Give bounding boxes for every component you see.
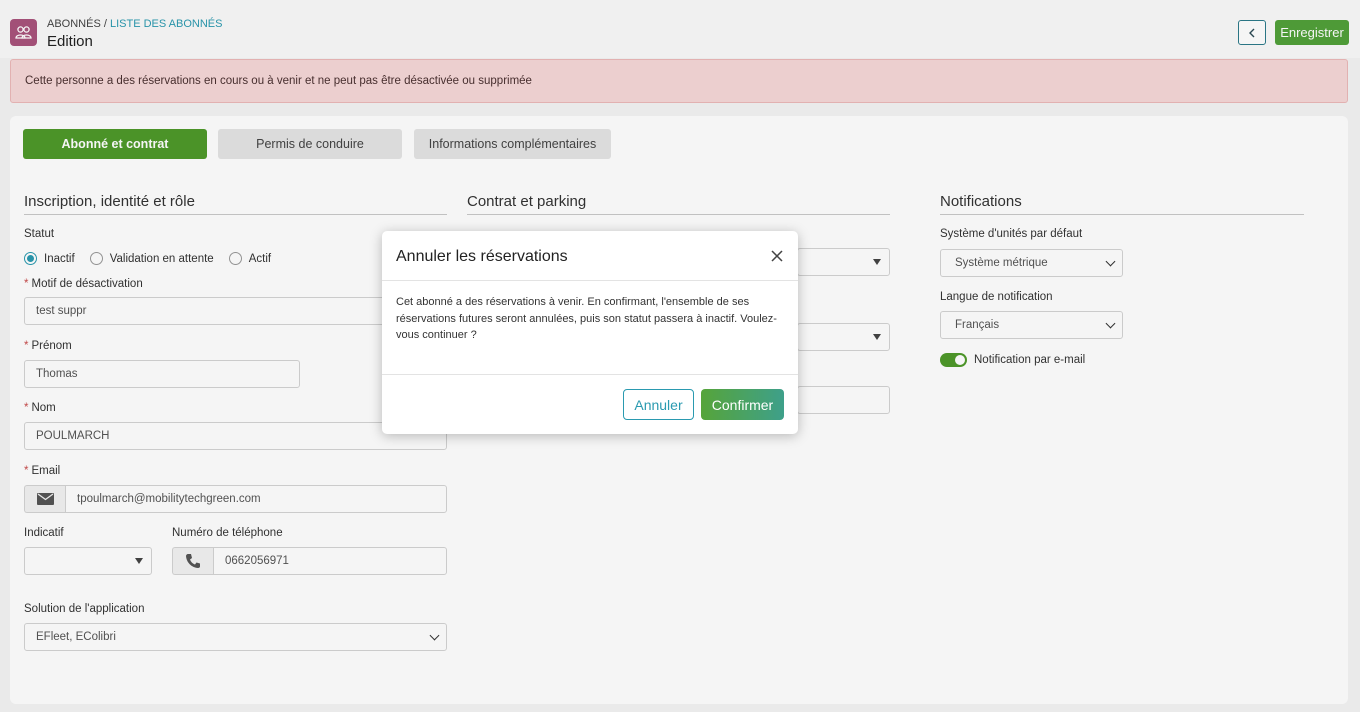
cancel-reservations-dialog: Annuler les réservations Cet abonné a de… xyxy=(382,231,798,434)
dialog-title: Annuler les réservations xyxy=(396,248,568,265)
dialog-divider xyxy=(382,374,798,375)
dialog-body: Cet abonné a des réservations à venir. E… xyxy=(396,296,777,341)
cancel-button[interactable]: Annuler xyxy=(623,389,694,420)
dialog-divider xyxy=(382,280,798,281)
confirm-button[interactable]: Confirmer xyxy=(701,389,784,420)
close-icon[interactable] xyxy=(770,249,784,263)
